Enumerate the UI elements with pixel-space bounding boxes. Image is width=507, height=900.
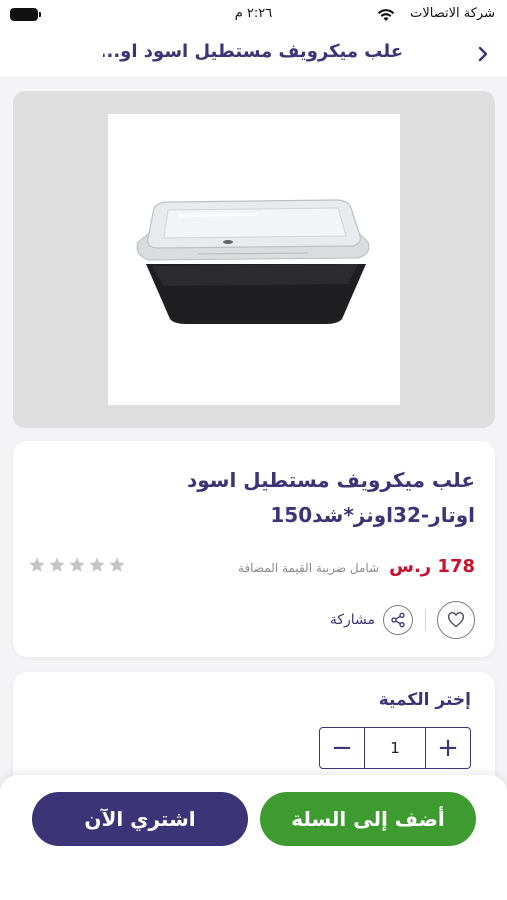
increase-quantity-button[interactable]: + (426, 728, 470, 768)
quantity-title: إختر الكمية (378, 690, 471, 710)
status-bar: شركة الاتصالات ٢:٢٦ م (0, 0, 507, 30)
page-title: علب ميكرويف مستطيل اسود او... (103, 41, 403, 62)
back-button[interactable] (471, 42, 495, 66)
bottom-action-bar: أضف إلى السلة اشتري الآن (0, 775, 507, 900)
product-price: 178 ر.س (389, 556, 475, 577)
share-label: مشاركة (329, 612, 375, 628)
product-title-line2: اوتار-32اونز*شد150 (270, 503, 475, 527)
status-time: ٢:٢٦ م (234, 6, 273, 21)
share-button[interactable]: مشاركة (330, 604, 413, 636)
navigation-header: علب ميكرويف مستطيل اسود او... (0, 30, 507, 78)
battery-icon (10, 8, 41, 21)
star-icon (109, 557, 125, 572)
quantity-stepper: − 1 + (319, 727, 471, 769)
add-to-cart-button[interactable]: أضف إلى السلة (260, 792, 476, 846)
decrease-quantity-button[interactable]: − (320, 728, 364, 768)
star-icon (49, 557, 65, 572)
product-info-card: علب ميكرويف مستطيل اسود اوتار-32اونز*شد1… (13, 441, 495, 657)
star-icon (69, 557, 85, 572)
chevron-right-icon (478, 46, 488, 62)
buy-now-button[interactable]: اشتري الآن (32, 792, 248, 846)
product-title: علب ميكرويف مستطيل اسود اوتار-32اونز*شد1… (35, 463, 475, 533)
heart-icon (447, 612, 465, 628)
price-row: 178 ر.س شامل ضريبة القيمة المضافة (238, 556, 475, 577)
product-title-line1: علب ميكرويف مستطيل اسود (187, 468, 475, 492)
product-image-gallery[interactable] (13, 91, 495, 428)
share-icon (383, 605, 413, 635)
wishlist-button[interactable] (437, 601, 475, 639)
product-rating (28, 556, 126, 574)
vat-note: شامل ضريبة القيمة المضافة (238, 561, 380, 575)
quantity-value[interactable]: 1 (364, 728, 426, 768)
product-image (108, 114, 400, 405)
star-icon (29, 557, 45, 572)
star-icon (89, 557, 105, 572)
action-divider (425, 609, 426, 631)
